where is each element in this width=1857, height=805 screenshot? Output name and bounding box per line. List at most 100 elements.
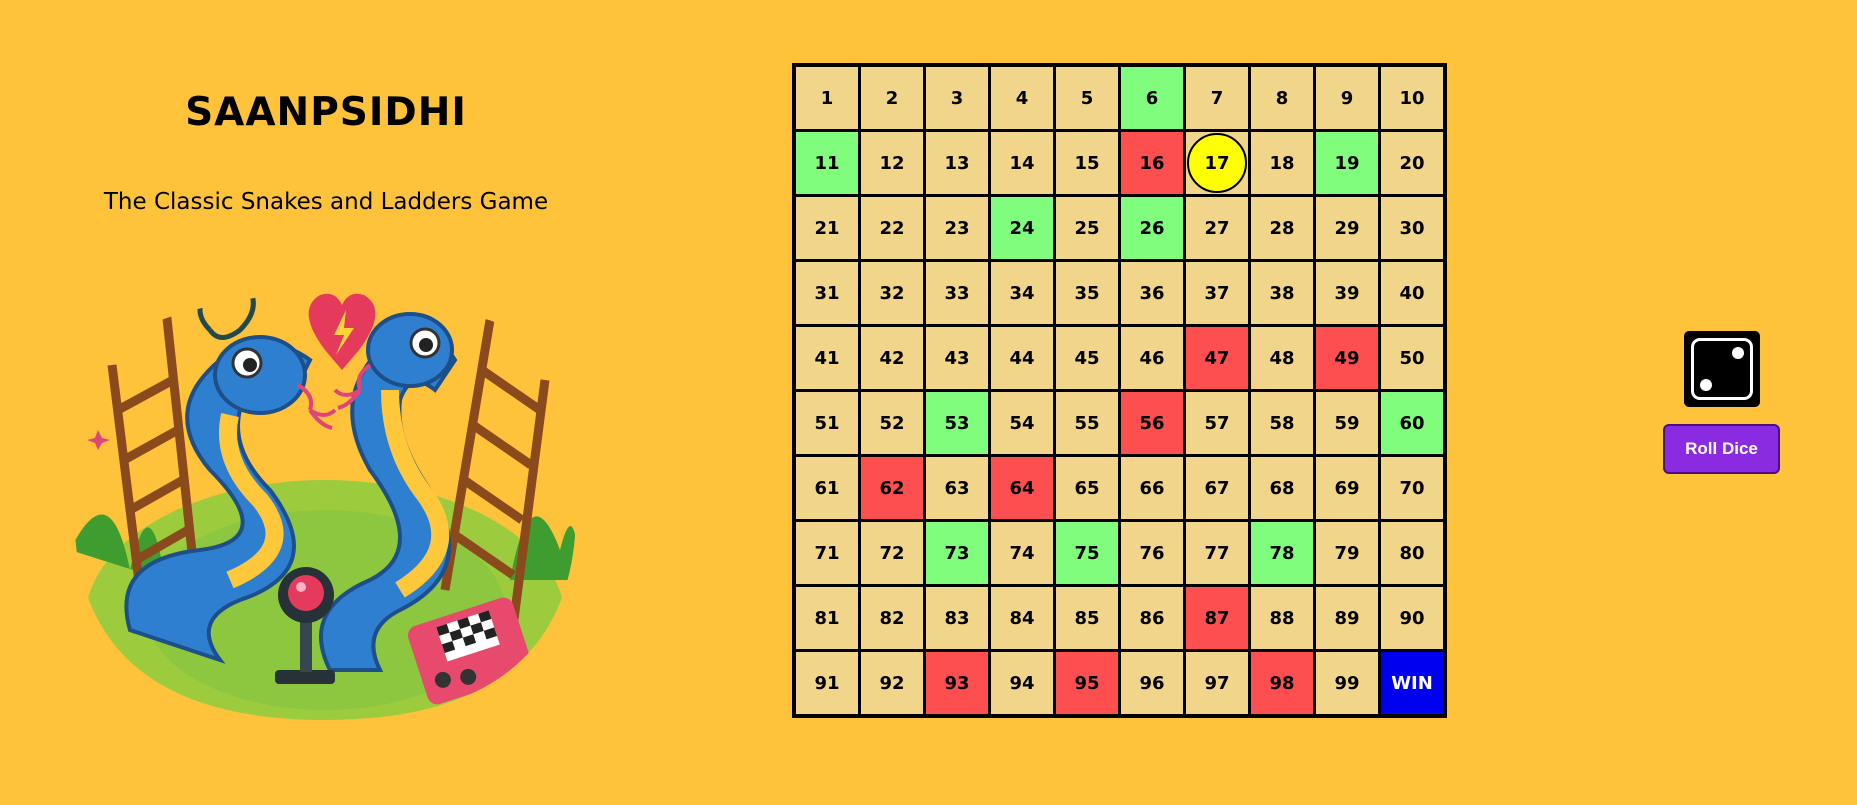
board-cell-43: 43 — [926, 327, 988, 389]
board-cell-52: 52 — [861, 392, 923, 454]
board-cell-20: 20 — [1381, 132, 1443, 194]
roll-dice-button[interactable]: Roll Dice — [1663, 424, 1780, 474]
board-cell-28: 28 — [1251, 197, 1313, 259]
board-cell-97: 97 — [1186, 652, 1248, 714]
game-title: SAANPSIDHI — [185, 90, 467, 135]
board-cell-25: 25 — [1056, 197, 1118, 259]
board-cell-68: 68 — [1251, 457, 1313, 519]
board-cell-83: 83 — [926, 587, 988, 649]
board-cell-10: 10 — [1381, 67, 1443, 129]
board-cell-61: 61 — [796, 457, 858, 519]
board-cell-47: 47 — [1186, 327, 1248, 389]
board-cell-31: 31 — [796, 262, 858, 324]
board-cell-26: 26 — [1121, 197, 1183, 259]
board-cell-21: 21 — [796, 197, 858, 259]
board-cell-82: 82 — [861, 587, 923, 649]
board-cell-30: 30 — [1381, 197, 1443, 259]
board-cell-4: 4 — [991, 67, 1053, 129]
board-cell-5: 5 — [1056, 67, 1118, 129]
board-cell-38: 38 — [1251, 262, 1313, 324]
board-cell-77: 77 — [1186, 522, 1248, 584]
board-cell-53: 53 — [926, 392, 988, 454]
board-cell-33: 33 — [926, 262, 988, 324]
board-cell-59: 59 — [1316, 392, 1378, 454]
board-cell-23: 23 — [926, 197, 988, 259]
board-cell-39: 39 — [1316, 262, 1378, 324]
board-cell-91: 91 — [796, 652, 858, 714]
board-cell-92: 92 — [861, 652, 923, 714]
board-cell-56: 56 — [1121, 392, 1183, 454]
board-cell-79: 79 — [1316, 522, 1378, 584]
board-cell-78: 78 — [1251, 522, 1313, 584]
board-cell-45: 45 — [1056, 327, 1118, 389]
board-cell-32: 32 — [861, 262, 923, 324]
board-cell-24: 24 — [991, 197, 1053, 259]
board-cell-63: 63 — [926, 457, 988, 519]
board-cell-29: 29 — [1316, 197, 1378, 259]
board-cell-84: 84 — [991, 587, 1053, 649]
board-cell-80: 80 — [1381, 522, 1443, 584]
board-cell-2: 2 — [861, 67, 923, 129]
board-cell-34: 34 — [991, 262, 1053, 324]
board-cell-95: 95 — [1056, 652, 1118, 714]
board-cell-48: 48 — [1251, 327, 1313, 389]
board-cell-96: 96 — [1121, 652, 1183, 714]
board-cell-40: 40 — [1381, 262, 1443, 324]
board-cell-42: 42 — [861, 327, 923, 389]
game-board: 1 2 3 4 5 6 7 8 9 10 11 12 13 14 15 16 17 18 19 20 21 22 23 24 2… — [792, 63, 1447, 718]
board-cell-90: 90 — [1381, 587, 1443, 649]
board-cell-88: 88 — [1251, 587, 1313, 649]
board-cell-9: 9 — [1316, 67, 1378, 129]
board-cell-8: 8 — [1251, 67, 1313, 129]
board-cell-94: 94 — [991, 652, 1053, 714]
dice-face — [1691, 338, 1753, 400]
dice-two-icon — [1684, 331, 1760, 407]
board-cell-93: 93 — [926, 652, 988, 714]
board-cell-75: 75 — [1056, 522, 1118, 584]
board-cell-22: 22 — [861, 197, 923, 259]
board-cell-41: 41 — [796, 327, 858, 389]
board-cell-1: 1 — [796, 67, 858, 129]
board-cell-18: 18 — [1251, 132, 1313, 194]
board-cell-76: 76 — [1121, 522, 1183, 584]
board-cell-54: 54 — [991, 392, 1053, 454]
board-cell-73: 73 — [926, 522, 988, 584]
board-cell-37: 37 — [1186, 262, 1248, 324]
board-cell-62: 62 — [861, 457, 923, 519]
board-cell-15: 15 — [1056, 132, 1118, 194]
board-cell-7: 7 — [1186, 67, 1248, 129]
board-cell-58: 58 — [1251, 392, 1313, 454]
board-cell-17: 17 — [1186, 132, 1248, 194]
board-cell-98: 98 — [1251, 652, 1313, 714]
board-cell-36: 36 — [1121, 262, 1183, 324]
board-cell-87: 87 — [1186, 587, 1248, 649]
board-cell-3: 3 — [926, 67, 988, 129]
board-cell-51: 51 — [796, 392, 858, 454]
game-subtitle: The Classic Snakes and Ladders Game — [103, 189, 549, 215]
hero-illustration — [74, 290, 576, 720]
board-cell-55: 55 — [1056, 392, 1118, 454]
board-cell-69: 69 — [1316, 457, 1378, 519]
board-cell-60: 60 — [1381, 392, 1443, 454]
board-cell-35: 35 — [1056, 262, 1118, 324]
board-cell-67: 67 — [1186, 457, 1248, 519]
board-cell-89: 89 — [1316, 587, 1378, 649]
board-cell-86: 86 — [1121, 587, 1183, 649]
board-cell-11: 11 — [796, 132, 858, 194]
board-cell-13: 13 — [926, 132, 988, 194]
board-cell-70: 70 — [1381, 457, 1443, 519]
board-cell-71: 71 — [796, 522, 858, 584]
board-cell-64: 64 — [991, 457, 1053, 519]
board-cell-19: 19 — [1316, 132, 1378, 194]
board-cell-14: 14 — [991, 132, 1053, 194]
board-cell-81: 81 — [796, 587, 858, 649]
board-cell-57: 57 — [1186, 392, 1248, 454]
board-cell-49: 49 — [1316, 327, 1378, 389]
board-cell-50: 50 — [1381, 327, 1443, 389]
dice-pip — [1732, 347, 1744, 359]
dice-pip — [1700, 379, 1712, 391]
board-cell-44: 44 — [991, 327, 1053, 389]
board-cell-85: 85 — [1056, 587, 1118, 649]
board-cell-72: 72 — [861, 522, 923, 584]
board-cell-99: 99 — [1316, 652, 1378, 714]
